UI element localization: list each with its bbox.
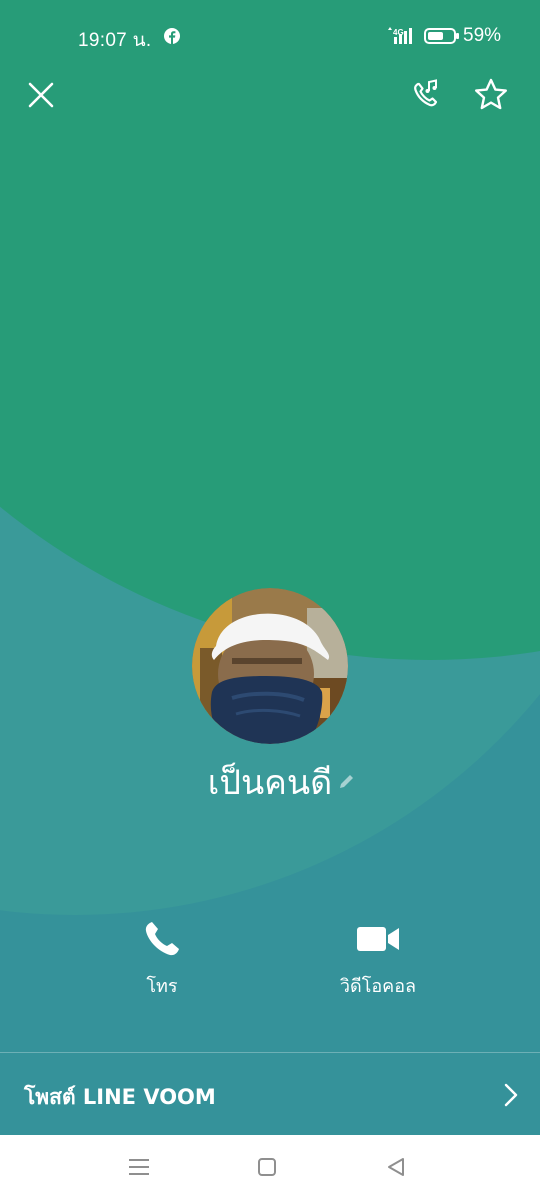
back-icon[interactable] [384,1155,408,1179]
signal-icon: 4G [388,27,412,44]
line-voom-row[interactable]: โพสต์ LINE VOOM [0,1053,540,1135]
battery-percent: 59% [463,25,502,46]
battery-icon [424,28,459,44]
profile-name-row: เป็นคนดี [0,755,540,809]
profile-avatar[interactable] [192,588,348,744]
close-icon[interactable] [22,76,60,114]
video-camera-icon [357,927,399,951]
call-label: โทร [146,976,178,997]
profile-screen: 19:07 น. 4G 59% เป็นคนดี โทร วิดีโอคอล โ… [0,0,540,1200]
svg-text:4G: 4G [393,28,404,37]
facebook-icon [164,28,180,44]
status-time: 19:07 น. [78,30,152,51]
video-call-button[interactable]: วิดีโอคอล [323,918,433,1008]
profile-background [0,0,540,1135]
call-button[interactable]: โทร [122,918,202,1008]
system-nav-bar [0,1135,540,1200]
video-call-label: วิดีโอคอล [339,976,417,997]
home-icon[interactable] [255,1155,279,1179]
edit-pencil-icon[interactable] [337,771,357,791]
chevron-right-icon [504,1083,518,1107]
phone-icon [145,922,179,956]
line-voom-label: โพสต์ LINE VOOM [24,1085,216,1109]
phone-music-icon[interactable] [407,76,445,114]
profile-name: เป็นคนดี [207,763,333,803]
status-bar: 19:07 น. 4G 59% [0,0,540,72]
star-outline-icon[interactable] [472,76,510,114]
recent-apps-icon[interactable] [126,1155,152,1179]
